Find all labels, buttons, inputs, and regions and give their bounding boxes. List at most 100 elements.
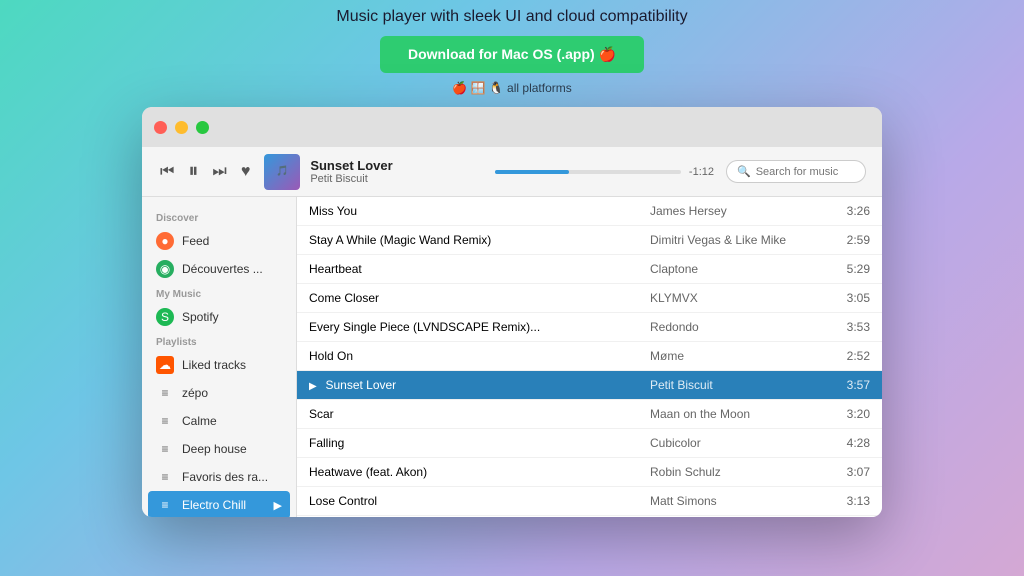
track-info: Sunset Lover Petit Biscuit: [310, 158, 483, 185]
track-duration: 2:52: [830, 349, 870, 363]
sidebar-item-deep-house[interactable]: ≡ Deep house: [142, 435, 296, 463]
track-duration: 2:59: [830, 233, 870, 247]
track-name: Stay A While (Magic Wand Remix): [309, 233, 650, 247]
track-row[interactable]: Every Single Piece (LVNDSCAPE Remix)...R…: [297, 313, 882, 342]
main-content: Discover ● Feed ◉ Découvertes ... My Mus…: [142, 197, 882, 517]
track-title: Sunset Lover: [310, 158, 483, 173]
search-box: 🔍: [726, 160, 866, 183]
track-name: Scar: [309, 407, 650, 421]
track-name: ▶ Sunset Lover: [309, 378, 650, 392]
track-artist: KLYMVX: [650, 291, 830, 305]
track-name: Every Single Piece (LVNDSCAPE Remix)...: [309, 320, 650, 334]
app-window: ⏮ ⏸ ⏭ ♥ 🎵 Sunset Lover Petit Biscuit -1:…: [142, 107, 882, 517]
track-row[interactable]: FallingCubicolor4:28: [297, 429, 882, 458]
forward-button[interactable]: ⏭: [210, 161, 228, 183]
track-artist: Maan on the Moon: [650, 407, 830, 421]
sidebar-item-zepo[interactable]: ≡ zépo: [142, 379, 296, 407]
playlist-icon-zepo: ≡: [156, 384, 174, 402]
track-artist: Petit Biscuit: [310, 173, 483, 185]
now-playing: 🎵 Sunset Lover Petit Biscuit: [264, 154, 483, 190]
sidebar-item-spotify[interactable]: S Spotify: [142, 303, 296, 331]
track-row[interactable]: HeartbeatClaptone5:29: [297, 255, 882, 284]
track-name: Heatwave (feat. Akon): [309, 465, 650, 479]
playlist-icon-deep: ≡: [156, 440, 174, 458]
discover-icon: ◉: [156, 260, 174, 278]
playlist-icon-favoris: ≡: [156, 468, 174, 486]
sidebar-electro-label: Electro Chill: [182, 498, 246, 512]
spotify-icon: S: [156, 308, 174, 326]
sidebar-electro-arrow: ▶: [274, 499, 282, 512]
track-duration: 5:29: [830, 262, 870, 276]
sidebar-item-electro-chill[interactable]: ≡ Electro Chill ▶: [148, 491, 290, 517]
track-artist: Claptone: [650, 262, 830, 276]
playlist-icon-calme: ≡: [156, 412, 174, 430]
track-artist: Dimitri Vegas & Like Mike: [650, 233, 830, 247]
track-list: Miss YouJames Hersey3:26Stay A While (Ma…: [297, 197, 882, 517]
track-duration: 3:07: [830, 465, 870, 479]
sidebar-playlists-label: Playlists: [142, 331, 296, 351]
track-row[interactable]: Come CloserKLYMVX3:05: [297, 284, 882, 313]
player-controls: ⏮ ⏸ ⏭ ♥: [158, 158, 252, 185]
playlist-icon-electro: ≡: [156, 496, 174, 514]
pause-button[interactable]: ⏸: [186, 158, 200, 185]
track-artist: James Hersey: [650, 204, 830, 218]
track-row[interactable]: WaterfallsRoger Martin3:24: [297, 516, 882, 517]
player-bar: ⏮ ⏸ ⏭ ♥ 🎵 Sunset Lover Petit Biscuit -1:…: [142, 147, 882, 197]
sidebar-liked-label: Liked tracks: [182, 358, 246, 372]
track-row[interactable]: Hold OnMøme2:52: [297, 342, 882, 371]
sidebar-favoris-label: Favoris des ra...: [182, 470, 268, 484]
progress-fill: [495, 170, 569, 174]
sidebar-item-decouvertes[interactable]: ◉ Découvertes ...: [142, 255, 296, 283]
sidebar-discover-label: Discover: [142, 207, 296, 227]
download-button[interactable]: Download for Mac OS (.app) 🍎: [380, 36, 644, 73]
track-artist: Matt Simons: [650, 494, 830, 508]
sidebar-deep-label: Deep house: [182, 442, 247, 456]
sidebar-calme-label: Calme: [182, 414, 217, 428]
feed-icon: ●: [156, 232, 174, 250]
like-button[interactable]: ♥: [239, 161, 253, 183]
sidebar-decouvertes-label: Découvertes ...: [182, 262, 263, 276]
track-row[interactable]: ScarMaan on the Moon3:20: [297, 400, 882, 429]
track-duration: 4:28: [830, 436, 870, 450]
track-row[interactable]: ▶ Sunset LoverPetit Biscuit3:57: [297, 371, 882, 400]
search-icon: 🔍: [737, 165, 751, 178]
sidebar-mymusic-label: My Music: [142, 283, 296, 303]
track-duration: 3:57: [830, 378, 870, 392]
close-button[interactable]: [154, 121, 167, 134]
track-row[interactable]: Stay A While (Magic Wand Remix)Dimitri V…: [297, 226, 882, 255]
time-remaining: -1:12: [689, 166, 714, 178]
progress-bar[interactable]: [495, 170, 681, 174]
track-row[interactable]: Lose ControlMatt Simons3:13: [297, 487, 882, 516]
title-bar: [142, 107, 882, 147]
sidebar-item-feed[interactable]: ● Feed: [142, 227, 296, 255]
sidebar-feed-label: Feed: [182, 234, 209, 248]
track-artist: Cubicolor: [650, 436, 830, 450]
track-name: Come Closer: [309, 291, 650, 305]
progress-area: -1:12: [495, 166, 714, 178]
track-duration: 3:13: [830, 494, 870, 508]
platform-text: 🍎 🪟 🐧 all platforms: [452, 81, 572, 95]
sidebar-zepo-label: zépo: [182, 386, 208, 400]
track-name: Falling: [309, 436, 650, 450]
rewind-button[interactable]: ⏮: [158, 161, 176, 183]
minimize-button[interactable]: [175, 121, 188, 134]
album-art: 🎵: [264, 154, 300, 190]
track-artist: Møme: [650, 349, 830, 363]
sidebar-spotify-label: Spotify: [182, 310, 219, 324]
track-artist: Petit Biscuit: [650, 378, 830, 392]
sidebar-item-calme[interactable]: ≡ Calme: [142, 407, 296, 435]
maximize-button[interactable]: [196, 121, 209, 134]
search-input[interactable]: [756, 166, 855, 178]
track-artist: Robin Schulz: [650, 465, 830, 479]
track-duration: 3:20: [830, 407, 870, 421]
track-row[interactable]: Miss YouJames Hersey3:26: [297, 197, 882, 226]
sidebar-item-liked[interactable]: ☁ Liked tracks: [142, 351, 296, 379]
page-subtitle: Music player with sleek UI and cloud com…: [336, 8, 687, 26]
sidebar-item-favoris[interactable]: ≡ Favoris des ra...: [142, 463, 296, 491]
track-duration: 3:05: [830, 291, 870, 305]
track-row[interactable]: Heatwave (feat. Akon)Robin Schulz3:07: [297, 458, 882, 487]
soundcloud-icon: ☁: [156, 356, 174, 374]
track-name: Lose Control: [309, 494, 650, 508]
playing-indicator: ▶: [309, 381, 319, 392]
track-name: Hold On: [309, 349, 650, 363]
